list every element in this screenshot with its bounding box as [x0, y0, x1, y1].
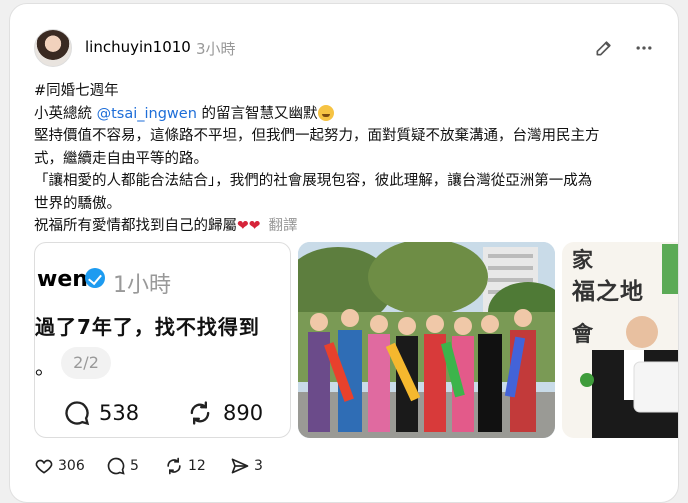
- event-photo-illustration: [580, 316, 678, 438]
- repost-count: 12: [188, 458, 206, 474]
- more-icon[interactable]: [633, 38, 655, 58]
- text-line: 堅持價值不容易，這條路不平坦，但我們一起努力，面對質疑不放棄溝通，台灣用民主方: [34, 128, 600, 144]
- comment-icon: [107, 457, 125, 475]
- share-count: 3: [254, 458, 263, 474]
- translate-link[interactable]: 翻譯: [268, 218, 297, 234]
- send-icon: [231, 458, 249, 474]
- text-segment: 小英總統: [34, 105, 97, 122]
- action-bar: 306 5 12 3: [34, 454, 434, 478]
- repost-icon: [167, 457, 181, 475]
- heart-icon: [35, 459, 53, 474]
- page-indicator: 2/2: [61, 347, 111, 379]
- text-segment: 的留言智慧又幽默: [196, 105, 318, 122]
- username[interactable]: linchuyin1010: [85, 38, 191, 56]
- reply-count: 538: [99, 401, 140, 425]
- quoted-post-screenshot[interactable]: wen 1小時 過了7年了，找不找得到 。 2/2 538 890: [34, 242, 291, 438]
- quoted-username: wen: [37, 267, 88, 292]
- group-photo-illustration: [298, 242, 555, 438]
- text-line: 小英總統 @tsai_ingwen 的留言智慧又幽默: [34, 103, 664, 126]
- quoted-text-end: 。: [35, 355, 55, 379]
- grin-emoji-icon: [317, 104, 334, 121]
- verified-badge-icon: [85, 268, 105, 288]
- heart-emoji-icon: ❤: [248, 218, 261, 234]
- event-photo[interactable]: 家 福之地 會: [562, 242, 678, 438]
- avatar[interactable]: [34, 29, 72, 67]
- repost-count: 890: [223, 401, 264, 425]
- text-line: 祝福所有愛情都找到自己的歸屬❤❤ 翻譯: [34, 215, 664, 238]
- like-count: 306: [58, 458, 85, 474]
- comment-count: 5: [130, 458, 139, 474]
- post-text: #同婚七週年 小英總統 @tsai_ingwen 的留言智慧又幽默 堅持價值不容…: [34, 80, 664, 238]
- text-segment: 祝福所有愛情都找到自己的歸屬: [34, 218, 237, 234]
- heart-emoji-icon: ❤: [237, 218, 249, 234]
- share-button[interactable]: 3: [230, 454, 263, 478]
- post-card: linchuyin1010 3小時 #同婚七週年 小英總統 @tsai_ingw…: [9, 3, 679, 503]
- pencil-icon[interactable]: [594, 38, 614, 58]
- timestamp[interactable]: 3小時: [196, 38, 236, 59]
- like-button[interactable]: 306: [34, 454, 85, 478]
- repost-icon: [190, 401, 210, 425]
- group-photo[interactable]: [298, 242, 555, 438]
- comment-button[interactable]: 5: [106, 454, 139, 478]
- comment-icon: [65, 401, 90, 426]
- text-line: 世界的驕傲。: [34, 195, 121, 212]
- hashtag[interactable]: #同婚七週年: [34, 80, 664, 103]
- text-line: 「讓相愛的人都能合法結合」，我們的社會展現包容，彼此理解，讓台灣從亞洲第一成為: [34, 173, 593, 189]
- text-line: 式，繼續走自由平等的路。: [34, 150, 208, 167]
- quoted-text: 過了7年了，找不找得到: [35, 315, 260, 339]
- repost-button[interactable]: 12: [164, 454, 206, 478]
- quoted-timestamp: 1小時: [113, 273, 171, 298]
- mention-link[interactable]: @tsai_ingwen: [97, 106, 197, 122]
